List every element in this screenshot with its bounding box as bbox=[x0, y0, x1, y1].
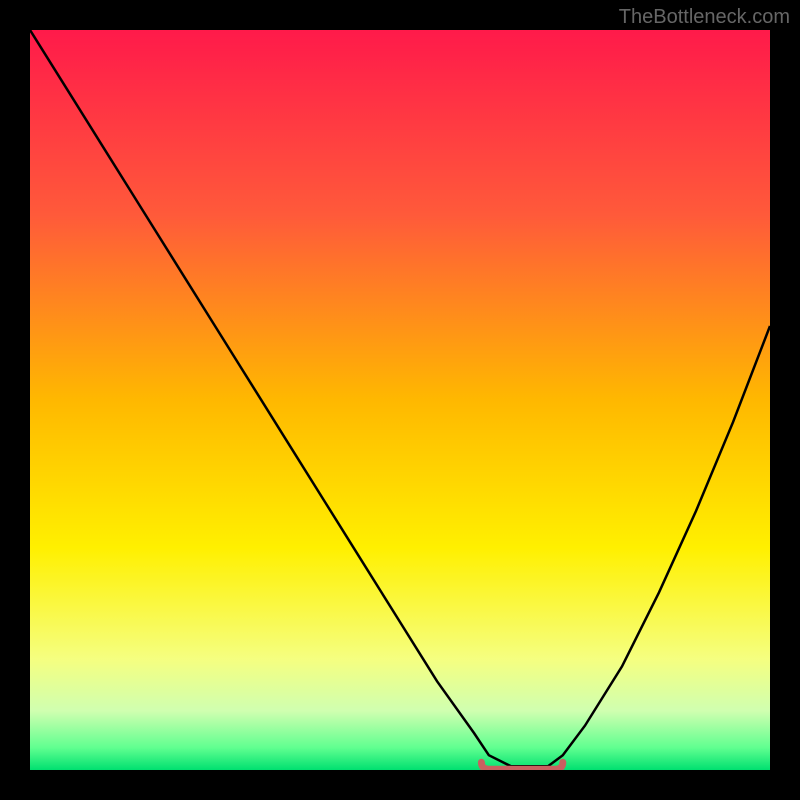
plot-area bbox=[30, 30, 770, 770]
bottleneck-curve bbox=[30, 30, 770, 766]
chart-container: TheBottleneck.com bbox=[0, 0, 800, 800]
curve-overlay bbox=[30, 30, 770, 770]
watermark-text: TheBottleneck.com bbox=[619, 6, 790, 29]
